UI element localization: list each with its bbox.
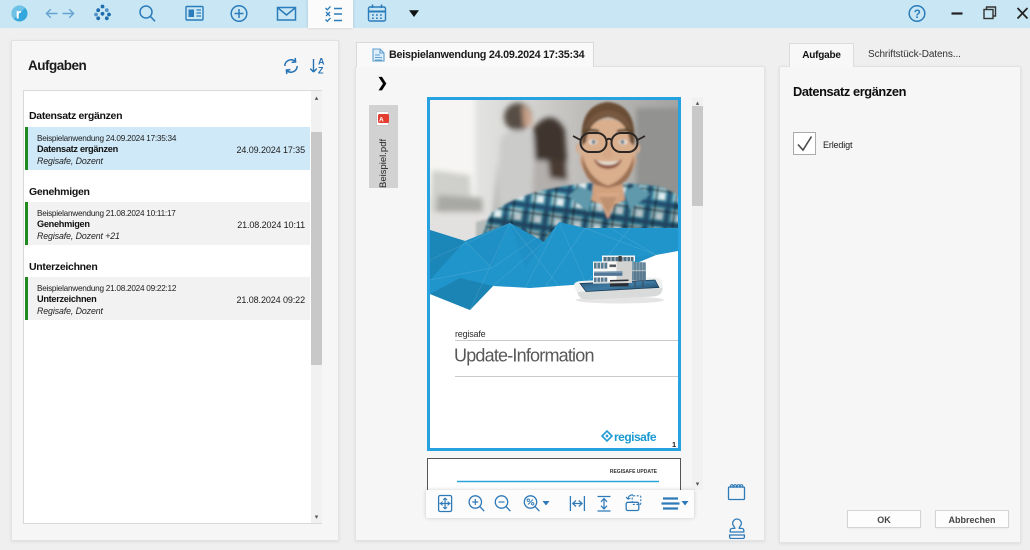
svg-text:Update-Information: Update-Information <box>454 346 594 366</box>
svg-text:r: r <box>16 6 22 22</box>
svg-text:regisafe: regisafe <box>614 430 657 444</box>
svg-text:regisafe: regisafe <box>455 329 486 339</box>
svg-text:Z: Z <box>318 66 324 76</box>
svg-text:1: 1 <box>672 440 676 448</box>
svg-text:?: ? <box>914 9 921 21</box>
svg-text:A: A <box>379 117 384 124</box>
svg-text:REGISAFE UPDATE: REGISAFE UPDATE <box>610 469 658 475</box>
